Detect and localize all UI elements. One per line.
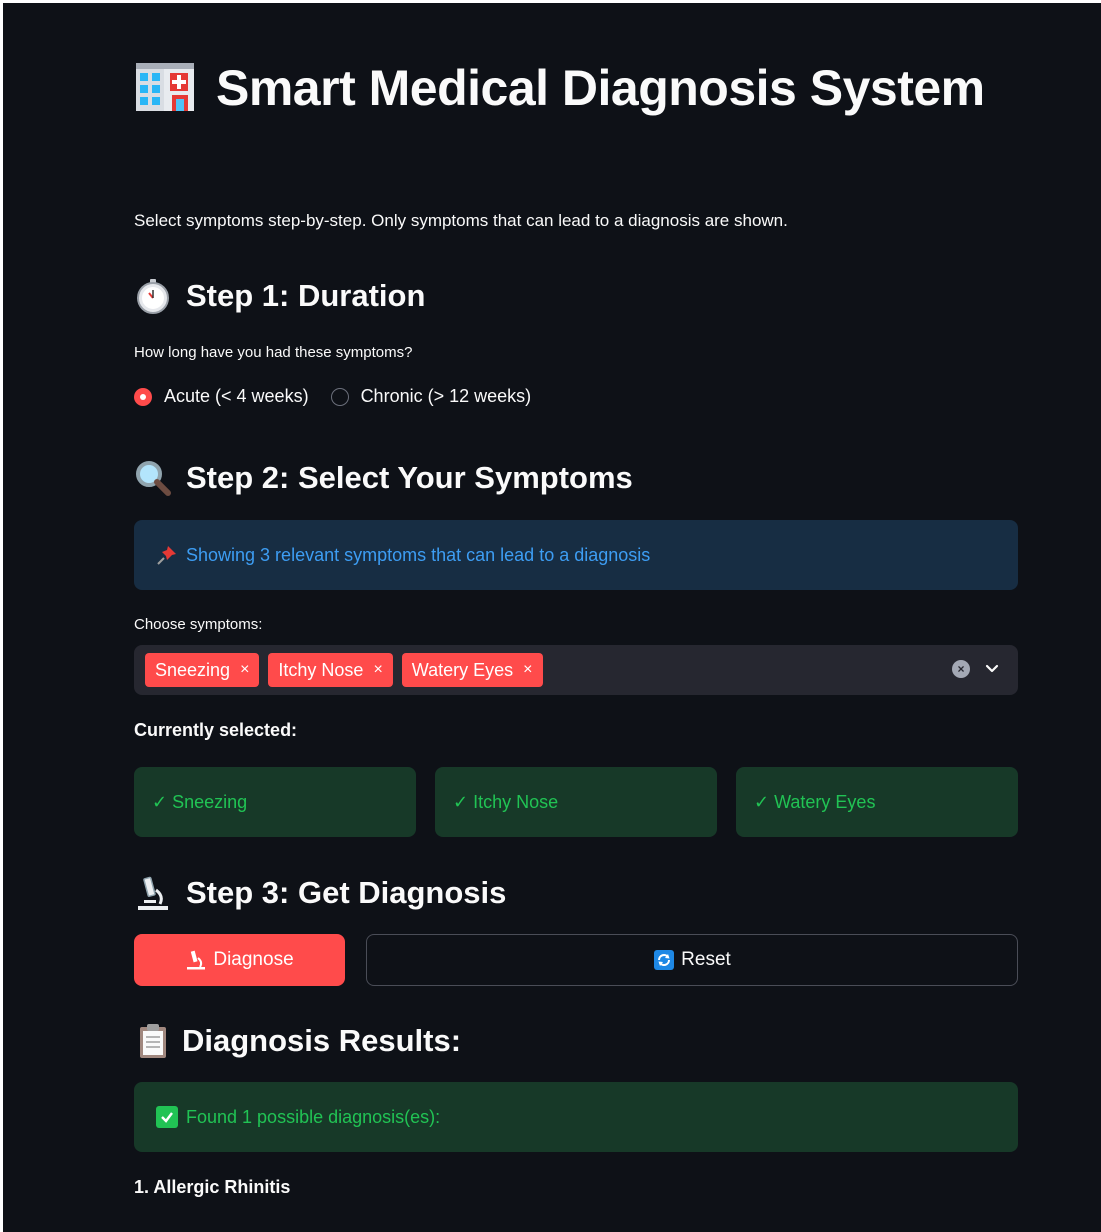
reset-button-label: Reset	[681, 949, 731, 970]
symptoms-info-alert: Showing 3 relevant symptoms that can lea…	[134, 520, 1018, 590]
step2-heading-text: Step 2: Select Your Symptoms	[186, 460, 633, 495]
symptoms-multiselect[interactable]: Sneezing × Itchy Nose × Watery Eyes × ×	[134, 645, 1018, 695]
clipboard-icon	[140, 1024, 166, 1058]
symptom-tag-watery-eyes: Watery Eyes ×	[401, 653, 543, 687]
step1-heading-text: Step 1: Duration	[186, 278, 426, 313]
action-buttons: Diagnose Reset	[134, 934, 1018, 986]
diagnose-button-label: Diagnose	[213, 949, 294, 970]
step1-heading: Step 1: Duration	[134, 276, 425, 316]
choose-symptoms-label: Choose symptoms:	[134, 616, 263, 633]
page-title: Smart Medical Diagnosis System	[134, 55, 1018, 121]
diagnosis-result-item: 1. Allergic Rhinitis	[134, 1177, 291, 1197]
currently-selected-list: ✓ Sneezing ✓ Itchy Nose ✓ Watery Eyes	[134, 767, 1018, 837]
symptom-tag-label: Watery Eyes	[411, 659, 514, 680]
chevron-down-icon[interactable]	[982, 659, 1002, 679]
duration-question: How long have you had these symptoms?	[134, 344, 413, 361]
clear-all-icon[interactable]: ×	[952, 660, 970, 678]
remove-tag-icon[interactable]: ×	[240, 661, 249, 679]
results-heading-text: Diagnosis Results:	[182, 1023, 462, 1058]
results-heading: Diagnosis Results:	[134, 1021, 461, 1061]
step2-heading: Step 2: Select Your Symptoms	[134, 458, 633, 498]
symptoms-info-text: Showing 3 relevant symptoms that can lea…	[186, 544, 651, 565]
symptom-tag-label: Sneezing	[155, 659, 231, 680]
step3-heading-text: Step 3: Get Diagnosis	[186, 875, 507, 910]
step3-heading: Step 3: Get Diagnosis	[134, 873, 506, 913]
remove-tag-icon[interactable]: ×	[523, 661, 532, 679]
diagnose-button[interactable]: Diagnose	[134, 934, 345, 986]
diagnosis-success-text: Found 1 possible diagnosis(es):	[186, 1106, 441, 1127]
page-subtitle: Select symptoms step-by-step. Only sympt…	[134, 211, 788, 230]
microscope-icon	[138, 876, 168, 910]
radio-chronic-label: Chronic (> 12 weeks)	[360, 386, 532, 406]
symptom-tag-label: Itchy Nose	[278, 659, 364, 680]
selected-card-watery-eyes: ✓ Watery Eyes	[736, 767, 1018, 837]
radio-acute[interactable]: Acute (< 4 weeks)	[134, 386, 309, 407]
app-window: Smart Medical Diagnosis System Select sy…	[3, 3, 1101, 1232]
diagnosis-success-alert: Found 1 possible diagnosis(es):	[134, 1082, 1018, 1152]
remove-tag-icon[interactable]: ×	[373, 661, 382, 679]
radio-acute-indicator[interactable]	[134, 387, 152, 406]
microscope-icon	[187, 950, 206, 970]
pushpin-icon	[157, 546, 176, 565]
selected-card-sneezing: ✓ Sneezing	[134, 767, 416, 837]
hospital-icon	[136, 63, 194, 111]
stopwatch-icon	[137, 279, 169, 314]
magnifier-icon	[136, 461, 171, 496]
duration-radio-group: Acute (< 4 weeks) Chronic (> 12 weeks)	[134, 386, 553, 407]
radio-chronic-indicator[interactable]	[330, 387, 349, 406]
reset-button[interactable]: Reset	[366, 934, 1018, 986]
refresh-icon	[654, 950, 675, 970]
radio-acute-label: Acute (< 4 weeks)	[164, 386, 309, 406]
symptom-tag-itchy-nose: Itchy Nose ×	[268, 653, 393, 687]
check-mark-icon	[156, 1106, 178, 1128]
page-title-text: Smart Medical Diagnosis System	[216, 60, 985, 116]
currently-selected-label: Currently selected:	[134, 720, 298, 740]
radio-chronic[interactable]: Chronic (> 12 weeks)	[330, 386, 532, 407]
symptom-tag-sneezing: Sneezing ×	[145, 653, 260, 687]
multiselect-controls: ×	[952, 659, 1002, 679]
selected-card-itchy-nose: ✓ Itchy Nose	[435, 767, 717, 837]
